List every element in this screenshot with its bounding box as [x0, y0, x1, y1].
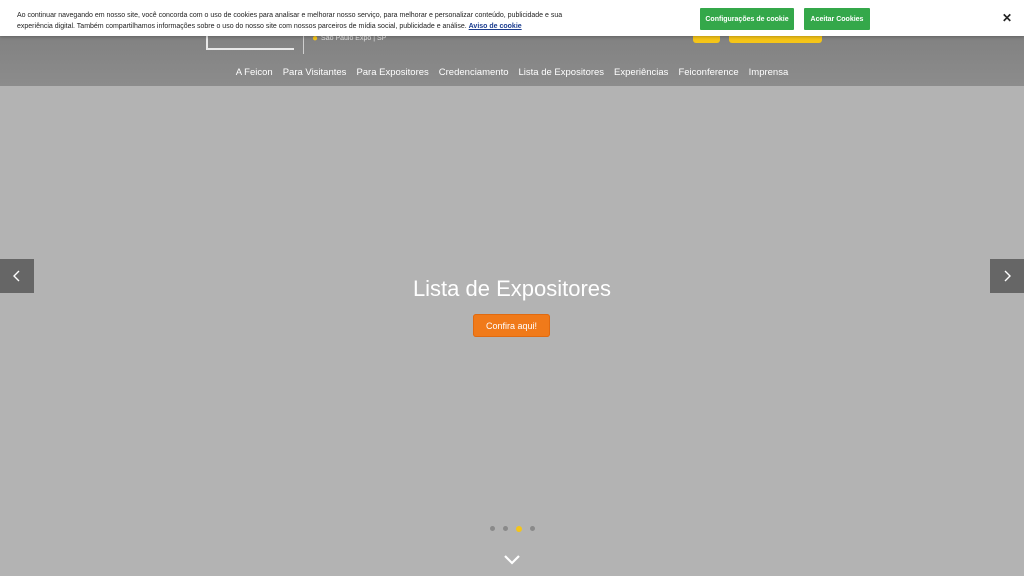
nav-para-expositores[interactable]: Para Expositores — [356, 67, 428, 78]
slider-dot-1[interactable] — [489, 526, 495, 531]
feicon-logo[interactable] — [206, 36, 294, 50]
cookie-banner: Ao continuar navegando em nosso site, vo… — [0, 0, 1024, 36]
slider-dot-4[interactable] — [529, 526, 535, 531]
nav-experiencias[interactable]: Experiências — [614, 67, 668, 78]
hero-cta-button[interactable]: Confira aqui! — [473, 314, 550, 337]
cookie-message: Ao continuar navegando em nosso site, vo… — [17, 11, 577, 32]
close-icon[interactable]: ✕ — [1000, 11, 1014, 25]
cookie-notice-link[interactable]: Aviso de cookie — [469, 23, 522, 30]
nav-lista-de-expositores[interactable]: Lista de Expositores — [519, 67, 605, 78]
chevron-down-icon[interactable] — [503, 553, 521, 567]
nav-para-visitantes[interactable]: Para Visitantes — [283, 67, 347, 78]
nav-feiconference[interactable]: Feiconference — [678, 67, 738, 78]
slider-dot-3[interactable] — [515, 525, 522, 532]
main-nav: A Feicon Para Visitantes Para Expositore… — [0, 67, 1024, 78]
cookie-settings-button[interactable]: Configurações de cookie — [700, 8, 794, 30]
nav-credenciamento[interactable]: Credenciamento — [439, 67, 509, 78]
nav-a-feicon[interactable]: A Feicon — [236, 67, 273, 78]
nav-imprensa[interactable]: Imprensa — [749, 67, 789, 78]
venue-label: São Paulo Expo | SP — [321, 35, 387, 42]
slider-dots — [0, 525, 1024, 532]
slider-dot-2[interactable] — [502, 526, 508, 531]
hero-title: Lista de Expositores — [412, 276, 612, 301]
accept-cookies-button[interactable]: Aceitar Cookies — [804, 8, 870, 30]
